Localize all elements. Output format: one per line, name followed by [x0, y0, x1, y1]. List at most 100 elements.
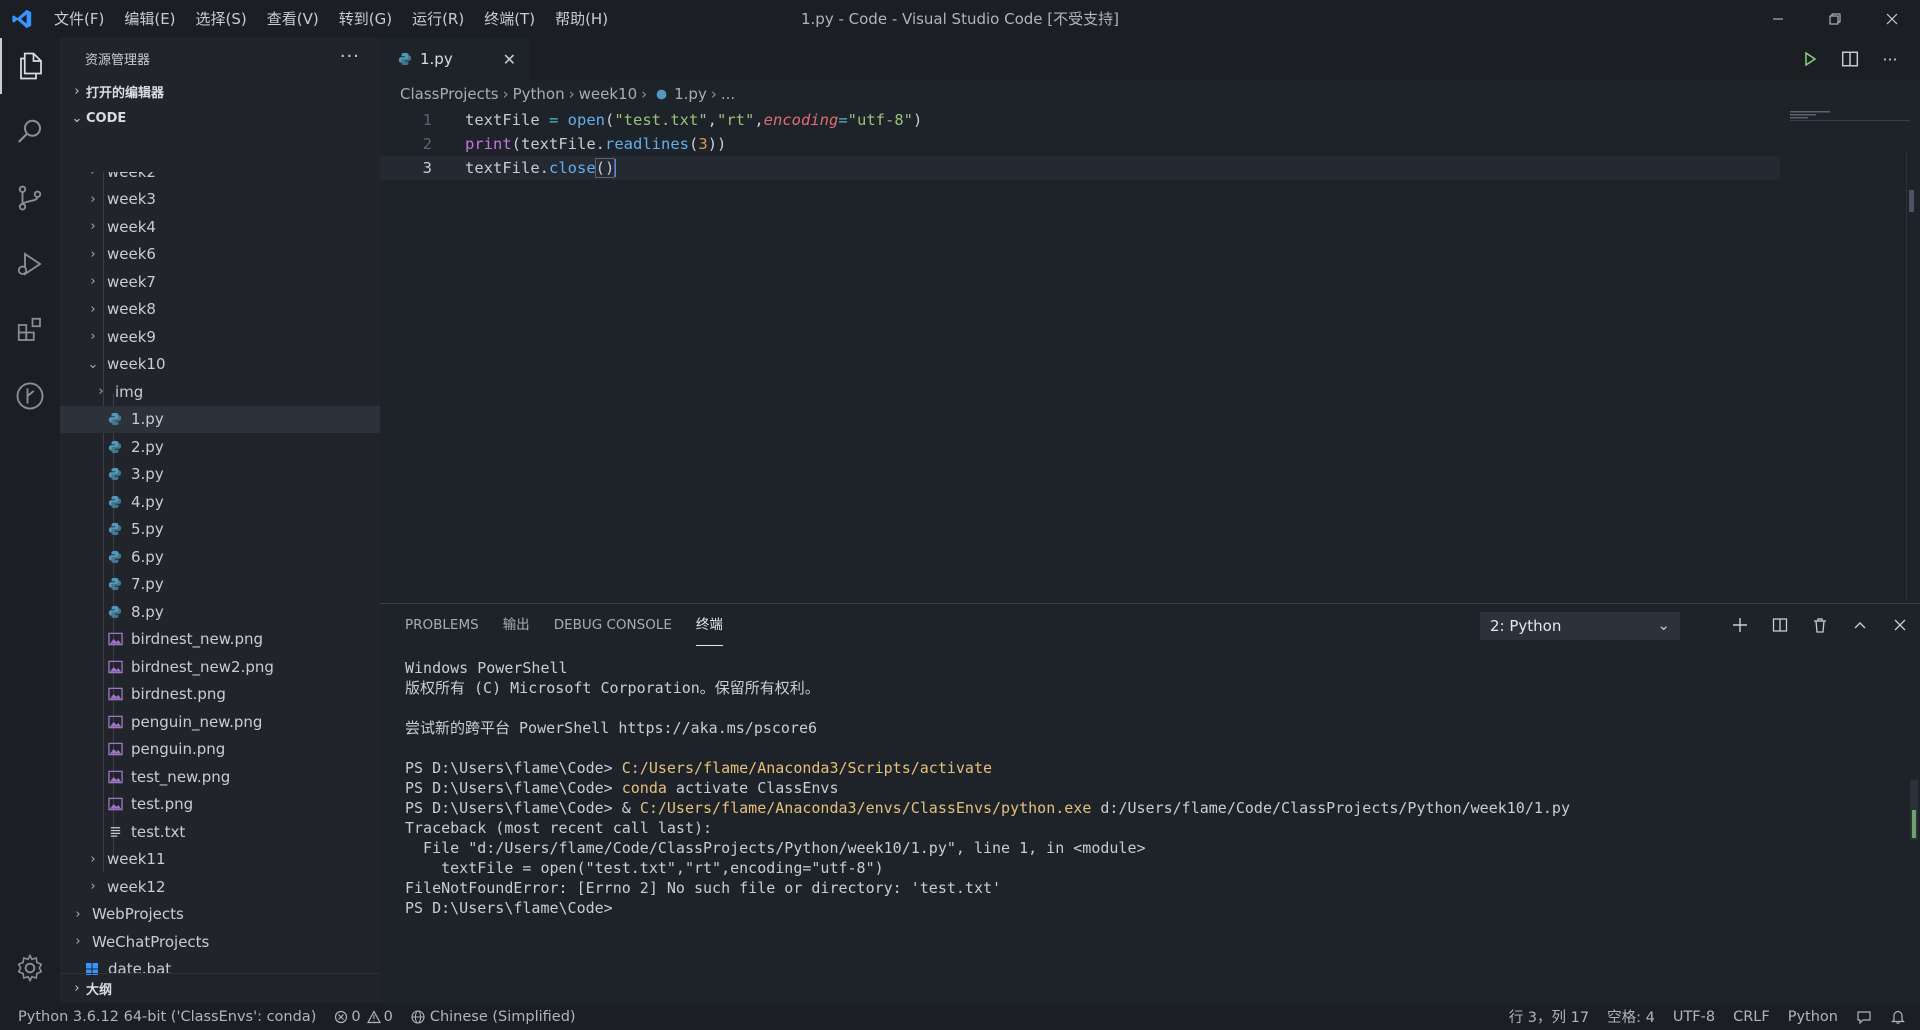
activity-git-graph[interactable] — [0, 368, 60, 424]
tab-terminal[interactable]: 终端 — [695, 604, 723, 646]
activity-extensions[interactable] — [0, 302, 60, 358]
problems-indicator[interactable]: 0 0 — [325, 1003, 401, 1030]
tree-folder[interactable]: › week6 — [60, 241, 380, 269]
python-file-icon — [107, 549, 123, 565]
kill-terminal-button[interactable] — [1800, 604, 1840, 646]
language-pack[interactable]: Chinese (Simplified) — [402, 1003, 585, 1030]
tab-problems[interactable]: PROBLEMS — [405, 604, 479, 646]
code-line-current[interactable]: 3 textFile.close() — [380, 156, 1780, 180]
tree-file[interactable]: birdnest_new.png — [60, 626, 380, 654]
minimap[interactable] — [1790, 108, 1910, 128]
outline-label: 大纲 — [86, 983, 113, 998]
tree-folder[interactable]: › WeChatProjects — [60, 928, 380, 956]
minimize-button[interactable] — [1749, 0, 1806, 38]
tree-folder[interactable]: › week7 — [60, 268, 380, 296]
python-interpreter[interactable]: Python 3.6.12 64-bit ('ClassEnvs': conda… — [0, 1003, 325, 1030]
tree-file[interactable]: test_new.png — [60, 763, 380, 791]
breadcrumb-item[interactable]: ClassProjects — [400, 85, 499, 103]
tree-folder[interactable]: ⌄ week10 — [60, 351, 380, 379]
chevron-up-icon — [1854, 622, 1866, 629]
tab-1-py[interactable]: 1.py ✕ — [380, 38, 530, 80]
menu-file[interactable]: 文件(F) — [44, 0, 114, 38]
close-window-button[interactable] — [1863, 0, 1920, 38]
indentation[interactable]: 空格: 4 — [1598, 1003, 1664, 1030]
terminal-select[interactable]: 2: Python ⌄ — [1480, 612, 1680, 640]
code-editor[interactable]: 1 textFile = open("test.txt","rt",encodi… — [380, 108, 1780, 180]
maximize-panel-button[interactable] — [1840, 604, 1880, 646]
activity-run-debug[interactable] — [0, 236, 60, 292]
split-editor-button[interactable] — [1830, 38, 1870, 80]
breadcrumb-item[interactable]: 1.py — [674, 85, 707, 103]
activity-manage[interactable] — [0, 940, 60, 996]
tree-folder[interactable]: › week9 — [60, 323, 380, 351]
tree-file[interactable]: penguin_new.png — [60, 708, 380, 736]
chevron-down-icon: ⌄ — [1657, 616, 1670, 634]
activity-search[interactable] — [0, 104, 60, 160]
activity-source-control[interactable] — [0, 170, 60, 226]
tree-file[interactable]: test.txt — [60, 818, 380, 846]
tree-folder[interactable]: › week4 — [60, 213, 380, 241]
terminal-scrollbar[interactable] — [1910, 780, 1918, 840]
menu-view[interactable]: 查看(V) — [257, 0, 329, 38]
notifications-button[interactable] — [1881, 1003, 1920, 1030]
close-tab-icon[interactable]: ✕ — [503, 50, 516, 69]
editor-more-actions-button[interactable]: ··· — [1870, 38, 1910, 80]
menu-edit[interactable]: 编辑(E) — [114, 0, 185, 38]
cursor-position[interactable]: 行 3，列 17 — [1500, 1003, 1598, 1030]
breadcrumb-item[interactable]: ... — [721, 85, 735, 103]
tree-file[interactable]: 8.py — [60, 598, 380, 626]
tab-debug-console[interactable]: DEBUG CONSOLE — [554, 604, 672, 646]
tree-file[interactable]: penguin.png — [60, 736, 380, 764]
tree-folder[interactable]: › WebProjects — [60, 901, 380, 929]
tree-folder[interactable]: › week11 — [60, 846, 380, 874]
workspace-folder-section[interactable]: ⌄ CODE — [60, 105, 380, 132]
tree-file[interactable]: 7.py — [60, 571, 380, 599]
more-actions-icon[interactable]: ··· — [340, 46, 360, 67]
close-panel-button[interactable] — [1880, 604, 1920, 646]
outline-section[interactable]: › 大纲 — [60, 973, 380, 1003]
menu-help[interactable]: 帮助(H) — [545, 0, 618, 38]
menu-terminal[interactable]: 终端(T) — [474, 0, 545, 38]
tree-file[interactable]: 2.py — [60, 433, 380, 461]
menu-run[interactable]: 运行(R) — [402, 0, 474, 38]
tab-output[interactable]: 输出 — [503, 604, 530, 646]
tree-file[interactable]: 3.py — [60, 461, 380, 489]
tree-item-label: 6.py — [131, 547, 164, 566]
tree-file[interactable]: birdnest_new2.png — [60, 653, 380, 681]
menu-selection[interactable]: 选择(S) — [186, 0, 257, 38]
terminal-line: Traceback (most recent call last): — [405, 819, 713, 837]
tree-item-label: penguin.png — [131, 740, 226, 759]
code-line[interactable]: 1 textFile = open("test.txt","rt",encodi… — [380, 108, 1780, 132]
tree-folder[interactable]: › week2 — [60, 172, 380, 186]
code-line[interactable]: 2 print(textFile.readlines(3)) — [380, 132, 1780, 156]
terminal-output[interactable]: Windows PowerShell 版权所有 (C) Microsoft Cor… — [405, 658, 1570, 918]
tree-file[interactable]: 4.py — [60, 488, 380, 516]
tree-file[interactable]: 5.py — [60, 516, 380, 544]
tree-folder[interactable]: › img — [60, 378, 380, 406]
tree-folder[interactable]: › week12 — [60, 873, 380, 901]
activity-explorer[interactable] — [0, 38, 60, 94]
image-file-icon — [107, 686, 123, 702]
breadcrumb-item[interactable]: Python — [513, 85, 565, 103]
file-encoding[interactable]: UTF-8 — [1664, 1003, 1724, 1030]
breadcrumb-item[interactable]: week10 — [579, 85, 638, 103]
warning-count: 0 — [383, 1008, 393, 1025]
menu-go[interactable]: 转到(G) — [329, 0, 402, 38]
open-editors-section[interactable]: › 打开的编辑器 — [60, 78, 380, 105]
feedback-button[interactable] — [1847, 1003, 1881, 1030]
tree-folder[interactable]: › week3 — [60, 186, 380, 214]
editor-scrollbar[interactable] — [1906, 150, 1916, 600]
chevron-right-icon: › — [568, 85, 575, 103]
language-mode[interactable]: Python — [1779, 1003, 1847, 1030]
tree-file[interactable]: birdnest.png — [60, 681, 380, 709]
tree-file[interactable]: 1.py — [60, 405, 380, 433]
end-of-line[interactable]: CRLF — [1724, 1003, 1779, 1030]
run-python-file-button[interactable] — [1790, 38, 1830, 80]
sidebar-header: 资源管理器 ··· — [60, 38, 380, 78]
split-terminal-button[interactable] — [1760, 604, 1800, 646]
tree-file[interactable]: test.png — [60, 791, 380, 819]
tree-folder[interactable]: › week8 — [60, 296, 380, 324]
tree-file[interactable]: 6.py — [60, 543, 380, 571]
new-terminal-button[interactable] — [1720, 604, 1760, 646]
restore-button[interactable] — [1806, 0, 1863, 38]
